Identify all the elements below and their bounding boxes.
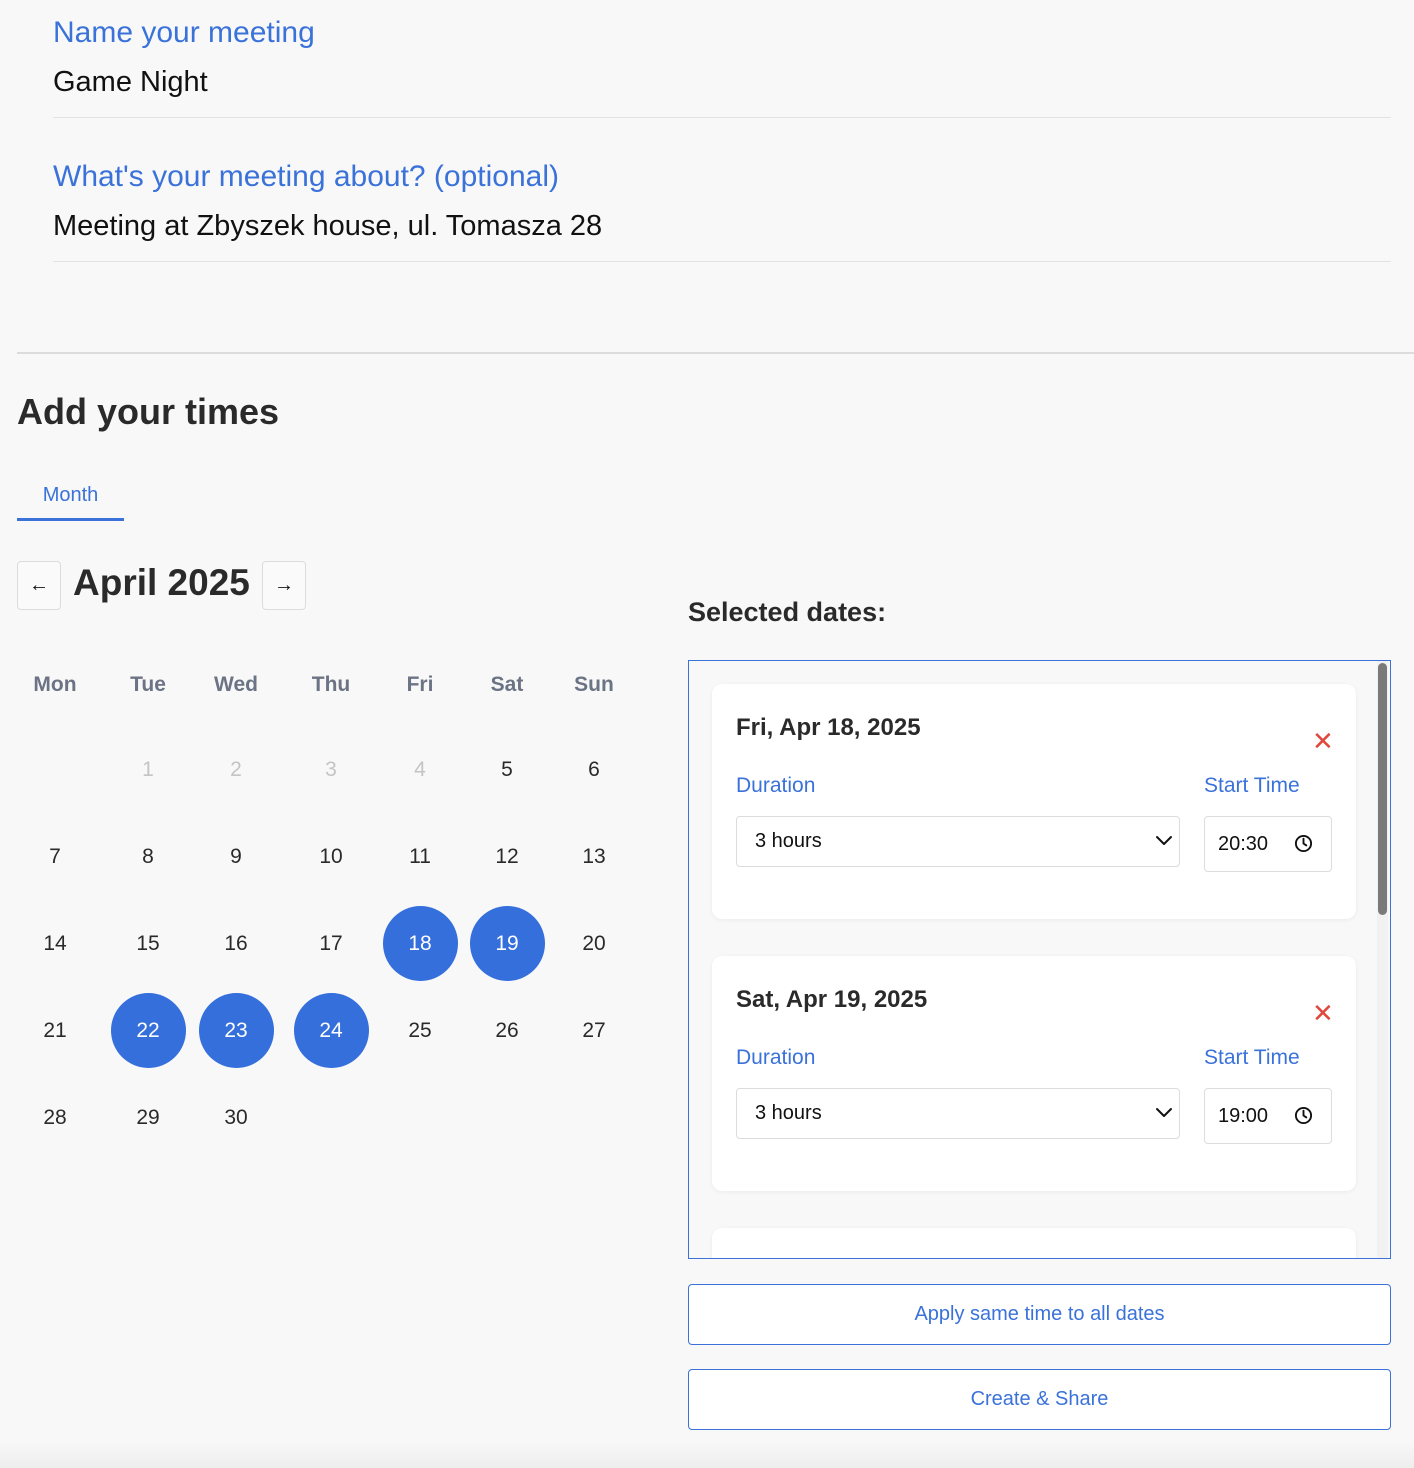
chevron-down-icon xyxy=(1156,1108,1172,1117)
apply-same-time-button[interactable]: Apply same time to all dates xyxy=(688,1284,1391,1345)
close-icon: ✕ xyxy=(1312,998,1334,1028)
calendar-day[interactable]: 16 xyxy=(199,906,274,981)
calendar-day[interactable]: 17 xyxy=(294,906,369,981)
calendar-day[interactable]: 5 xyxy=(470,732,545,807)
calendar-day: 4 xyxy=(414,757,426,781)
section-divider xyxy=(17,352,1414,354)
calendar-day-selected[interactable]: 22 xyxy=(110,992,186,1068)
start-time-input[interactable]: 19:00 xyxy=(1204,1088,1332,1144)
duration-value: 3 hours xyxy=(755,830,822,852)
calendar-day[interactable]: 9 xyxy=(199,819,274,894)
calendar-day[interactable]: 21 xyxy=(18,993,93,1068)
calendar-day[interactable]: 6 xyxy=(557,732,632,807)
meeting-about-underline xyxy=(53,261,1391,262)
weekday-header: Wed xyxy=(214,673,258,696)
date-card: Fri, Apr 18, 2025 ✕ Duration Start Time … xyxy=(712,684,1356,919)
calendar-day[interactable]: 13 xyxy=(557,819,632,894)
month-title: April 2025 xyxy=(73,562,250,603)
duration-select[interactable]: 3 hours xyxy=(736,1088,1180,1139)
calendar-day[interactable]: 7 xyxy=(18,819,93,894)
calendar-day[interactable]: 10 xyxy=(294,819,369,894)
start-time-value: 20:30 xyxy=(1218,833,1269,855)
calendar-day[interactable]: 14 xyxy=(18,906,93,981)
date-card: Sat, Apr 19, 2025 ✕ Duration Start Time … xyxy=(712,956,1356,1191)
calendar-day-selected[interactable]: 24 xyxy=(293,992,369,1068)
remove-date-button[interactable]: ✕ xyxy=(1312,1000,1334,1026)
calendar-day[interactable]: 15 xyxy=(111,906,186,981)
scrollbar-thumb[interactable] xyxy=(1378,663,1387,915)
calendar-day[interactable]: 27 xyxy=(557,993,632,1068)
duration-label: Duration xyxy=(736,774,816,797)
start-time-label: Start Time xyxy=(1204,1046,1300,1069)
start-time-value: 19:00 xyxy=(1218,1105,1269,1127)
scrollbar[interactable] xyxy=(1377,661,1388,1258)
duration-value: 3 hours xyxy=(755,1102,822,1124)
calendar-day-selected[interactable]: 18 xyxy=(382,905,458,981)
add-times-heading: Add your times xyxy=(17,391,280,432)
weekday-header: Mon xyxy=(33,673,77,696)
weekday-header: Fri xyxy=(406,673,434,696)
close-icon: ✕ xyxy=(1312,726,1334,756)
arrow-left-icon: ← xyxy=(29,574,49,596)
next-month-button[interactable]: → xyxy=(262,561,306,610)
selected-dates-heading: Selected dates: xyxy=(688,597,887,627)
tab-month[interactable]: Month xyxy=(17,470,124,521)
start-time-input[interactable]: 20:30 xyxy=(1204,816,1332,872)
remove-date-button[interactable]: ✕ xyxy=(1312,728,1334,754)
card-date: Sat, Apr 19, 2025 xyxy=(736,986,928,1013)
selected-dates-list: Fri, Apr 18, 2025 ✕ Duration Start Time … xyxy=(688,660,1391,1259)
weekday-header: Thu xyxy=(311,673,351,696)
weekday-header: Sun xyxy=(574,673,614,696)
clock-icon xyxy=(1294,834,1313,853)
date-card xyxy=(712,1228,1356,1258)
create-share-button[interactable]: Create & Share xyxy=(688,1369,1391,1430)
card-date: Fri, Apr 18, 2025 xyxy=(736,714,921,741)
calendar-day[interactable]: 30 xyxy=(199,1080,274,1155)
prev-month-button[interactable]: ← xyxy=(17,561,61,610)
chevron-down-icon xyxy=(1156,836,1172,845)
weekday-header: Sat xyxy=(490,673,524,696)
meeting-about-input[interactable]: Meeting at Zbyszek house, ul. Tomasza 28 xyxy=(53,210,602,243)
calendar-day: 2 xyxy=(230,757,242,781)
calendar-day: 1 xyxy=(142,757,154,781)
calendar-day: 3 xyxy=(325,757,337,781)
start-time-label: Start Time xyxy=(1204,774,1300,797)
arrow-right-icon: → xyxy=(274,574,294,596)
meeting-name-input[interactable]: Game Night xyxy=(53,66,208,99)
meeting-name-label: Name your meeting xyxy=(53,16,315,49)
calendar-day[interactable]: 12 xyxy=(470,819,545,894)
calendar-day[interactable]: 8 xyxy=(111,819,186,894)
clock-icon xyxy=(1294,1106,1313,1125)
meeting-name-underline xyxy=(53,117,1391,118)
bottom-fade xyxy=(0,1440,1414,1468)
calendar-day[interactable]: 20 xyxy=(557,906,632,981)
duration-select[interactable]: 3 hours xyxy=(736,816,1180,867)
calendar-day[interactable]: 28 xyxy=(18,1080,93,1155)
weekday-header: Tue xyxy=(130,673,166,696)
duration-label: Duration xyxy=(736,1046,816,1069)
calendar-day[interactable]: 29 xyxy=(111,1080,186,1155)
calendar-day[interactable]: 26 xyxy=(470,993,545,1068)
meeting-about-label: What's your meeting about? (optional) xyxy=(53,160,560,193)
calendar-day[interactable]: 25 xyxy=(383,993,458,1068)
calendar-day-selected[interactable]: 23 xyxy=(198,992,274,1068)
calendar-day[interactable]: 11 xyxy=(383,819,458,894)
calendar-day-selected[interactable]: 19 xyxy=(469,905,545,981)
